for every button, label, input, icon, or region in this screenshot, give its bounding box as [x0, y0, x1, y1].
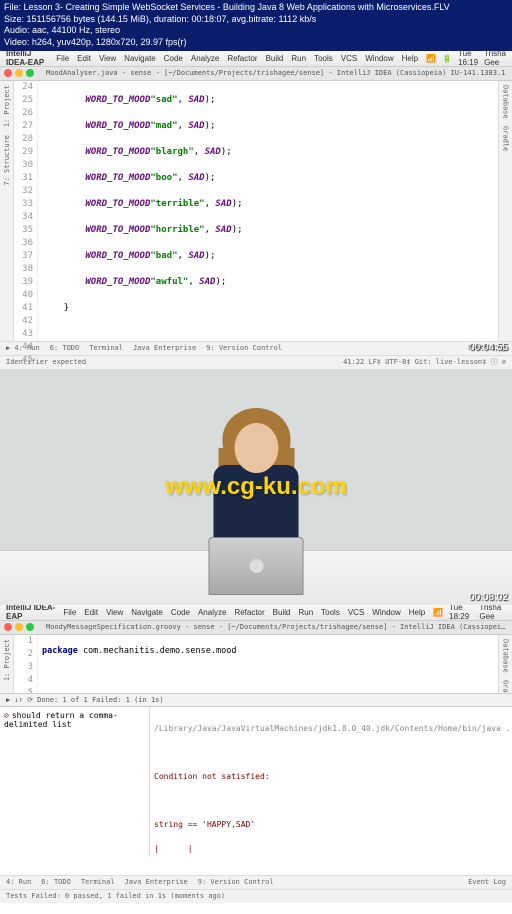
- menu2-vcs[interactable]: VCS: [348, 608, 364, 617]
- menu-refactor[interactable]: Refactor: [227, 54, 257, 63]
- ide-body-1: 1: Project 7: Structure 2425262728293031…: [0, 81, 512, 341]
- tab-run-2[interactable]: 4: Run: [6, 878, 31, 886]
- audio-line: Audio: aac, 44100 Hz, stereo: [4, 25, 508, 37]
- window-titlebar-2: MoodyMessageSpecification.groovy - sense…: [0, 621, 512, 635]
- app-name-2: IntelliJ IDEA-EAP: [6, 603, 55, 621]
- menu2-navigate[interactable]: Navigate: [131, 608, 163, 617]
- menu-navigate[interactable]: Navigate: [124, 54, 156, 63]
- traffic-lights[interactable]: [4, 69, 34, 77]
- menu-window[interactable]: Window: [365, 54, 393, 63]
- menu2-run[interactable]: Run: [298, 608, 313, 617]
- menu-help[interactable]: Help: [402, 54, 418, 63]
- mac-menubar-1: IntelliJ IDEA-EAP File Edit View Navigat…: [0, 51, 512, 67]
- tab-gradle[interactable]: Gradle: [502, 126, 510, 151]
- menu-code[interactable]: Code: [164, 54, 183, 63]
- menu2-build[interactable]: Build: [273, 608, 291, 617]
- status-bar-2: Tests Failed: 0 passed, 1 failed in 1s (…: [0, 889, 512, 903]
- menu2-window[interactable]: Window: [372, 608, 400, 617]
- code-editor-2[interactable]: package com.mechanitis.demo.sense.mood i…: [38, 635, 498, 693]
- file-line: File: Lesson 3- Creating Simple WebSocke…: [4, 2, 508, 14]
- menu2-tools[interactable]: Tools: [321, 608, 340, 617]
- left-tool-tabs-2[interactable]: 1: Project: [0, 635, 14, 693]
- right-tool-tabs[interactable]: Database Gradle: [498, 81, 512, 341]
- menu-view[interactable]: View: [99, 54, 116, 63]
- tab-vcs[interactable]: 9: Version Control: [206, 344, 282, 352]
- traffic-lights-2[interactable]: [4, 623, 34, 631]
- menu-vcs[interactable]: VCS: [341, 54, 357, 63]
- wifi-icon-2: 📶: [433, 608, 443, 617]
- test-tree[interactable]: ⊘should return a comma-delimited list: [0, 707, 150, 857]
- tab-project-2[interactable]: 1: Project: [3, 639, 11, 681]
- menu-build[interactable]: Build: [266, 54, 284, 63]
- menu2-view[interactable]: View: [106, 608, 123, 617]
- test-status: ▶ ↓↑ ⟳ Done: 1 of 1 Failed: 1 (in 1s): [6, 696, 164, 704]
- tab-todo-2[interactable]: 6: TODO: [41, 878, 71, 886]
- menu-run[interactable]: Run: [291, 54, 306, 63]
- menu2-code[interactable]: Code: [171, 608, 190, 617]
- window-titlebar-1: MoodAnalyser.java - sense - [~/Documents…: [0, 67, 512, 81]
- status-right: 41:22 LF‡ UTF-8‡ Git: live-lesson‡ ⓘ ⊘: [343, 357, 506, 367]
- user-name: Trisha Gee: [484, 49, 506, 67]
- tab-terminal-2[interactable]: Terminal: [81, 878, 115, 886]
- tab-javaee[interactable]: Java Enterprise: [133, 344, 196, 352]
- test-runner-panel: ▶ ↓↑ ⟳ Done: 1 of 1 Failed: 1 (in 1s) ⊘s…: [0, 693, 512, 857]
- clock: Tue 16:19: [458, 49, 478, 67]
- code-editor-1[interactable]: WORD_TO_MOOD"sad", SAD); WORD_TO_MOOD"ma…: [38, 81, 498, 341]
- status-bar-1: Identifier expected 41:22 LF‡ UTF-8‡ Git…: [0, 355, 512, 369]
- tab-terminal[interactable]: Terminal: [89, 344, 123, 352]
- video-frame: www.cg-ku.com 00:08:02: [0, 369, 512, 605]
- mac-menubar-2: IntelliJ IDEA-EAP File Edit View Navigat…: [0, 605, 512, 621]
- menu2-analyze[interactable]: Analyze: [198, 608, 226, 617]
- close-icon[interactable]: [4, 69, 12, 77]
- menu-edit[interactable]: Edit: [77, 54, 91, 63]
- video-line: Video: h264, yuv420p, 1280x720, 29.97 fp…: [4, 37, 508, 49]
- window-path-2: MoodyMessageSpecification.groovy - sense…: [46, 623, 508, 631]
- right-tool-tabs-2[interactable]: Database Gradle: [498, 635, 512, 693]
- line-gutter-2: 123456: [14, 635, 38, 693]
- laptop-icon: [209, 537, 304, 595]
- tab-todo[interactable]: 6: TODO: [50, 344, 80, 352]
- wifi-icon: 📶: [426, 54, 436, 63]
- menu2-help[interactable]: Help: [409, 608, 425, 617]
- watermark-text: www.cg-ku.com: [165, 473, 347, 501]
- app-name: IntelliJ IDEA-EAP: [6, 49, 48, 67]
- test-toolbar[interactable]: ▶ ↓↑ ⟳ Done: 1 of 1 Failed: 1 (in 1s): [0, 693, 512, 707]
- menu2-refactor[interactable]: Refactor: [234, 608, 264, 617]
- test-console[interactable]: /Library/Java/JavaVirtualMachines/jdk1.8…: [150, 707, 512, 857]
- bottom-tool-tabs-2[interactable]: 4: Run 6: TODO Terminal Java Enterprise …: [0, 875, 512, 889]
- media-info-header: File: Lesson 3- Creating Simple WebSocke…: [0, 0, 512, 51]
- line-gutter: 2425262728293031323334353637383940414243…: [14, 81, 38, 341]
- tab-javaee-2[interactable]: Java Enterprise: [125, 878, 188, 886]
- menu2-file[interactable]: File: [63, 608, 76, 617]
- clock-2: Tue 18:29: [449, 603, 473, 621]
- menu-tools[interactable]: Tools: [314, 54, 333, 63]
- left-tool-tabs[interactable]: 1: Project 7: Structure: [0, 81, 14, 341]
- tab-database[interactable]: Database: [502, 85, 510, 119]
- minimize-icon-2[interactable]: [15, 623, 23, 631]
- tab-structure[interactable]: 7: Structure: [3, 135, 11, 186]
- bottom-tool-tabs-1[interactable]: ▶ 4: Run 6: TODO Terminal Java Enterpris…: [0, 341, 512, 355]
- tab-database-2[interactable]: Database: [502, 639, 510, 673]
- fail-icon: ⊘: [4, 711, 9, 720]
- zoom-icon-2[interactable]: [26, 623, 34, 631]
- window-path: MoodAnalyser.java - sense - [~/Documents…: [46, 69, 508, 77]
- tab-vcs-2[interactable]: 9: Version Control: [198, 878, 274, 886]
- close-icon-2[interactable]: [4, 623, 12, 631]
- ide-body-2: 1: Project 123456 package com.mechanitis…: [0, 635, 512, 875]
- event-log-2[interactable]: Event Log: [468, 878, 506, 886]
- user-name-2: Trisha Gee: [479, 603, 506, 621]
- size-line: Size: 151156756 bytes (144.15 MiB), dura…: [4, 14, 508, 26]
- test-tree-item[interactable]: ⊘should return a comma-delimited list: [4, 711, 145, 729]
- timestamp-2: 00:08:02: [469, 592, 508, 603]
- timestamp-1: 00:04:55: [469, 342, 508, 353]
- menu-file[interactable]: File: [56, 54, 69, 63]
- battery-icon: 🔋: [442, 54, 452, 63]
- tab-project[interactable]: 1: Project: [3, 85, 11, 127]
- minimize-icon[interactable]: [15, 69, 23, 77]
- zoom-icon[interactable]: [26, 69, 34, 77]
- status-message-2: Tests Failed: 0 passed, 1 failed in 1s (…: [6, 892, 225, 900]
- menu2-edit[interactable]: Edit: [84, 608, 98, 617]
- menu-analyze[interactable]: Analyze: [191, 54, 219, 63]
